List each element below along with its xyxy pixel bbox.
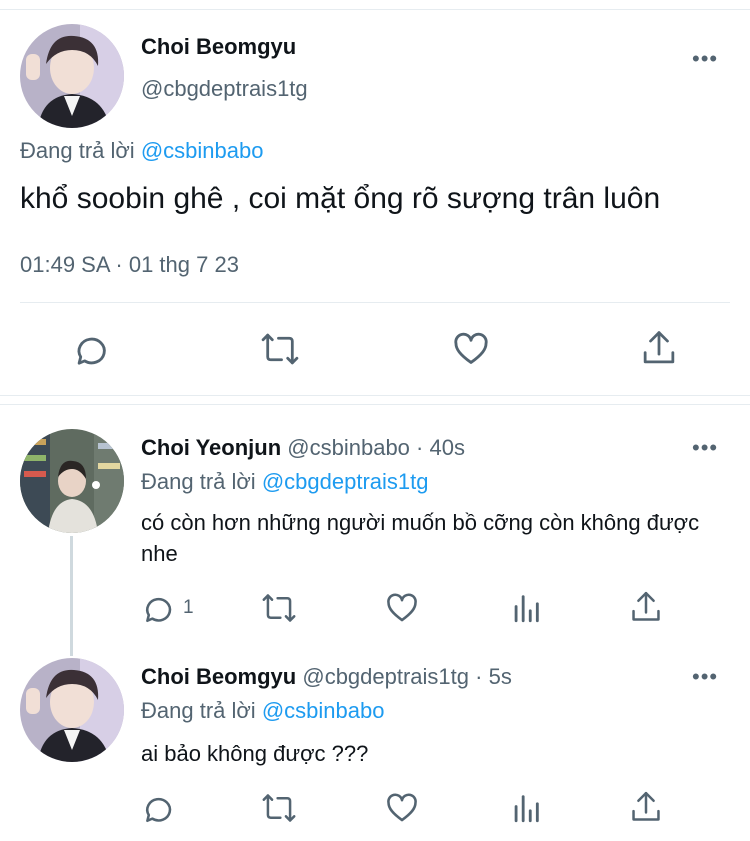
reply-count: 1 <box>183 597 194 618</box>
comment-bubble-icon[interactable]: 1 <box>141 591 194 625</box>
replying-prefix: Đang trả lời <box>141 698 256 723</box>
reply-header: Choi Yeonjun @csbinbabo · 40s <box>141 435 465 461</box>
analytics-icon[interactable] <box>509 591 543 625</box>
main-tweet: Choi Beomgyu @cbgdeptrais1tg ••• Đang tr… <box>0 10 750 395</box>
avatar[interactable] <box>20 429 124 533</box>
tweet-text: có còn hơn những người muốn bồ cỡng còn … <box>141 510 700 566</box>
heart-icon[interactable] <box>385 591 419 625</box>
relative-time[interactable]: · 5s <box>475 664 512 689</box>
avatar[interactable] <box>20 24 124 128</box>
analytics-icon[interactable] <box>509 791 543 825</box>
replying-to-link[interactable]: @cbgdeptrais1tg <box>262 469 429 494</box>
retweet-icon[interactable] <box>260 330 300 368</box>
heart-icon[interactable] <box>452 330 490 368</box>
author-handle[interactable]: @cbgdeptrais1tg <box>302 664 469 689</box>
replying-prefix: Đang trả lời <box>20 138 135 163</box>
author-handle[interactable]: @csbinbabo <box>287 435 410 460</box>
author-name[interactable]: Choi Beomgyu <box>141 34 296 60</box>
divider <box>20 302 730 303</box>
share-icon[interactable] <box>629 789 663 825</box>
replying-to-link[interactable]: @csbinbabo <box>262 698 385 723</box>
author-name[interactable]: Choi Yeonjun <box>141 435 281 460</box>
author-handle[interactable]: @cbgdeptrais1tg <box>141 76 308 102</box>
comment-bubble-icon[interactable] <box>141 791 175 825</box>
replying-to-line: Đang trả lời @csbinbabo <box>20 138 263 164</box>
heart-icon[interactable] <box>385 791 419 825</box>
tweet-timestamp[interactable]: 01:49 SA · 01 thg 7 23 <box>20 252 239 278</box>
tweet-text: ai bảo không được ??? <box>141 741 369 766</box>
tweet-actions: 1 <box>141 591 701 631</box>
tweet-actions <box>0 328 750 378</box>
tweet-text: khổ soobin ghê , coi mặt ổng rõ sượng tr… <box>20 182 661 215</box>
author-name[interactable]: Choi Beomgyu <box>141 664 296 689</box>
avatar[interactable] <box>20 658 124 762</box>
tweet-actions <box>141 791 701 831</box>
retweet-icon[interactable] <box>261 591 297 625</box>
top-divider <box>0 0 750 10</box>
more-dots-icon[interactable]: ••• <box>692 46 718 72</box>
section-gap <box>0 395 750 405</box>
reply-header: Choi Beomgyu @cbgdeptrais1tg · 5s <box>141 664 512 690</box>
reply-tweet: Choi Yeonjun @csbinbabo · 40s ••• Đang t… <box>0 405 750 650</box>
more-dots-icon[interactable]: ••• <box>692 435 718 461</box>
share-icon[interactable] <box>640 328 678 368</box>
share-icon[interactable] <box>629 589 663 625</box>
comment-bubble-icon[interactable] <box>72 330 110 368</box>
replying-prefix: Đang trả lời <box>141 469 256 494</box>
replying-to-line: Đang trả lời @csbinbabo <box>141 698 384 724</box>
retweet-icon[interactable] <box>261 791 297 825</box>
relative-time[interactable]: · 40s <box>416 435 465 460</box>
more-dots-icon[interactable]: ••• <box>692 664 718 690</box>
reply-tweet: Choi Beomgyu @cbgdeptrais1tg · 5s ••• Đa… <box>0 650 750 841</box>
replying-to-line: Đang trả lời @cbgdeptrais1tg <box>141 469 428 495</box>
replying-to-link[interactable]: @csbinbabo <box>141 138 264 163</box>
